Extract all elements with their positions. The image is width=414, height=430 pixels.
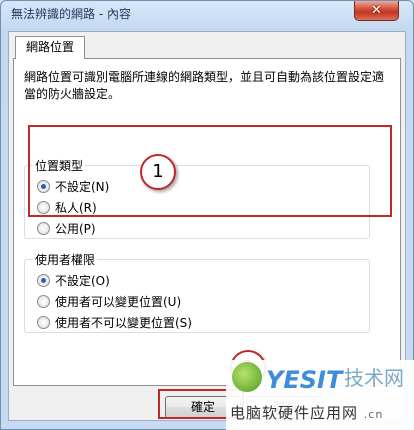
close-icon: ✕: [371, 3, 382, 18]
radio-label: 不設定(O): [55, 274, 110, 288]
watermark-logo-icon: [232, 362, 262, 392]
radio-label: 使用者可以變更位置(U): [55, 295, 182, 309]
tab-panel: 網路位置可識別電腦所連線的網路類型，並且可自動為該位置設定適當的防火牆設定。 位…: [13, 58, 401, 386]
callout-step-1: 1: [140, 154, 176, 190]
radio-permission-cannot-change[interactable]: 使用者不可以變更位置(S): [37, 314, 192, 331]
radio-permission-unset[interactable]: 不設定(O): [37, 272, 110, 289]
user-permission-group: 使用者權限 不設定(O) 使用者可以變更位置(U) 使用者不可以變更位置(S): [24, 251, 370, 333]
watermark-brand: YESIT: [266, 366, 343, 394]
site-watermark: YESIT 技术网 电脑软硬件应用网 .cn: [226, 360, 414, 430]
window-title: 無法辨識的網路 - 內容: [11, 7, 131, 21]
watermark-cn-title: 技术网: [344, 366, 404, 390]
close-button[interactable]: ✕: [354, 1, 399, 21]
watermark-domain: .cn: [363, 408, 384, 421]
watermark-subtitle: 电脑软硬件应用网 .cn: [230, 402, 383, 423]
radio-indicator[interactable]: [37, 316, 50, 329]
radio-location-public[interactable]: 公用(P): [37, 220, 96, 237]
user-permission-label: 使用者權限: [33, 251, 98, 268]
radio-indicator[interactable]: [37, 222, 50, 235]
tab-network-location[interactable]: 網路位置: [15, 36, 85, 59]
title-bar[interactable]: 無法辨識的網路 - 內容 ✕: [1, 1, 413, 29]
radio-indicator[interactable]: [37, 295, 50, 308]
radio-label: 公用(P): [55, 222, 96, 236]
description-text: 網路位置可識別電腦所連線的網路類型，並且可自動為該位置設定適當的防火牆設定。: [24, 70, 385, 101]
radio-label: 使用者不可以變更位置(S): [55, 316, 192, 330]
watermark-subtitle-text: 电脑软硬件应用网: [230, 404, 359, 422]
highlight-box-location: [28, 125, 392, 217]
radio-indicator[interactable]: [37, 274, 50, 287]
radio-permission-can-change[interactable]: 使用者可以變更位置(U): [37, 293, 181, 310]
